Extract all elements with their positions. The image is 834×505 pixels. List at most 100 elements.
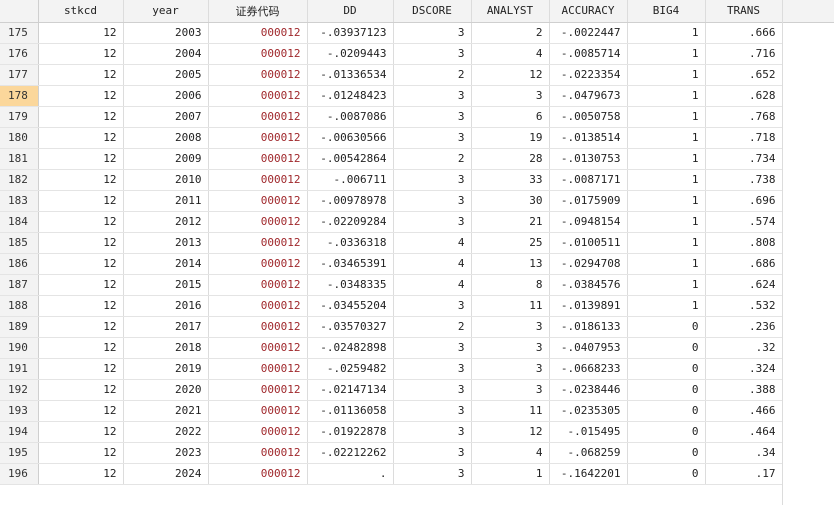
table-cell[interactable]: .666 <box>705 22 783 44</box>
table-cell[interactable]: 2 <box>393 316 472 338</box>
table-cell[interactable]: 2019 <box>123 358 209 380</box>
table-cell[interactable]: 1 <box>627 295 706 317</box>
table-cell[interactable]: -.0259482 <box>307 358 394 380</box>
table-cell[interactable]: 2 <box>393 64 472 86</box>
table-cell[interactable]: 000012 <box>208 148 308 170</box>
table-cell[interactable]: 25 <box>471 232 550 254</box>
table-cell[interactable]: 12 <box>38 358 124 380</box>
table-cell[interactable]: 000012 <box>208 253 308 275</box>
table-cell[interactable]: 3 <box>471 337 550 359</box>
row-number[interactable]: 181 <box>0 148 39 170</box>
row-number[interactable]: 196 <box>0 463 39 485</box>
table-cell[interactable]: 8 <box>471 274 550 296</box>
table-cell[interactable]: 000012 <box>208 358 308 380</box>
table-cell[interactable]: 2008 <box>123 127 209 149</box>
row-number[interactable]: 194 <box>0 421 39 443</box>
table-cell[interactable]: 1 <box>627 274 706 296</box>
table-cell[interactable]: 12 <box>38 295 124 317</box>
table-cell[interactable]: 2016 <box>123 295 209 317</box>
table-cell[interactable]: 1 <box>627 43 706 65</box>
table-row[interactable]: 188 12 2016 000012 -.03455204 3 11 -.0139891 1.5… <box>0 295 783 317</box>
table-cell[interactable]: .652 <box>705 64 783 86</box>
table-cell[interactable]: 3 <box>393 190 472 212</box>
table-cell[interactable]: -.0139891 <box>549 295 628 317</box>
table-cell[interactable]: 4 <box>393 253 472 275</box>
table-cell[interactable]: -.02482898 <box>307 337 394 359</box>
table-cell[interactable]: 0 <box>627 379 706 401</box>
table-cell[interactable]: 3 <box>393 421 472 443</box>
row-number[interactable]: 180 <box>0 127 39 149</box>
table-cell[interactable]: .574 <box>705 211 783 233</box>
table-cell[interactable]: 000012 <box>208 379 308 401</box>
table-row[interactable]: 192 12 2020 000012 -.02147134 3 3 -.0238446 0.38… <box>0 379 783 401</box>
table-cell[interactable]: 1 <box>627 85 706 107</box>
table-row[interactable]: 189 12 2017 000012 -.03570327 2 3 -.0186133 0.23… <box>0 316 783 338</box>
table-cell[interactable]: 33 <box>471 169 550 191</box>
table-row[interactable]: 185 12 2013 000012 -.0336318 4 25 -.0100511 1.80… <box>0 232 783 254</box>
row-number[interactable]: 187 <box>0 274 39 296</box>
table-cell[interactable]: -.006711 <box>307 169 394 191</box>
column-header[interactable]: BIG4 <box>627 0 706 23</box>
table-cell[interactable]: .768 <box>705 106 783 128</box>
table-cell[interactable]: -.0186133 <box>549 316 628 338</box>
row-number[interactable]: 186 <box>0 253 39 275</box>
table-cell[interactable]: 000012 <box>208 295 308 317</box>
table-cell[interactable]: -.0668233 <box>549 358 628 380</box>
table-cell[interactable]: 12 <box>471 421 550 443</box>
table-row[interactable]: 195 12 2023 000012 -.02212262 3 4 -.068259 0.34 <box>0 442 783 464</box>
table-cell[interactable]: .17 <box>705 463 783 485</box>
table-row[interactable]: 178 12 2006 000012 -.01248423 3 3 -.0479673 1.62… <box>0 85 783 107</box>
table-cell[interactable]: 12 <box>38 379 124 401</box>
table-cell[interactable]: 11 <box>471 295 550 317</box>
table-cell[interactable]: -.0130753 <box>549 148 628 170</box>
table-cell[interactable]: 1 <box>627 148 706 170</box>
table-cell[interactable]: 2022 <box>123 421 209 443</box>
table-cell[interactable]: -.0479673 <box>549 85 628 107</box>
table-cell[interactable]: 2020 <box>123 379 209 401</box>
table-cell[interactable]: 3 <box>393 463 472 485</box>
table-cell[interactable]: 12 <box>38 106 124 128</box>
table-cell[interactable]: 12 <box>38 169 124 191</box>
column-header[interactable]: TRANS <box>705 0 783 23</box>
table-row[interactable]: 179 12 2007 000012 -.0087086 3 6 -.0050758 1.768 <box>0 106 783 128</box>
table-cell[interactable]: 0 <box>627 316 706 338</box>
table-cell[interactable]: 0 <box>627 337 706 359</box>
table-cell[interactable]: 2017 <box>123 316 209 338</box>
table-cell[interactable]: 12 <box>38 442 124 464</box>
table-cell[interactable]: -.03465391 <box>307 253 394 275</box>
table-cell[interactable]: -.0235305 <box>549 400 628 422</box>
table-cell[interactable]: 000012 <box>208 337 308 359</box>
table-cell[interactable]: 2003 <box>123 22 209 44</box>
table-cell[interactable]: 3 <box>393 295 472 317</box>
table-cell[interactable]: -.0948154 <box>549 211 628 233</box>
table-cell[interactable]: 000012 <box>208 274 308 296</box>
table-cell[interactable]: 3 <box>471 379 550 401</box>
table-cell[interactable]: .718 <box>705 127 783 149</box>
table-cell[interactable]: 000012 <box>208 43 308 65</box>
table-cell[interactable]: 1 <box>627 64 706 86</box>
table-cell[interactable]: .738 <box>705 169 783 191</box>
table-cell[interactable]: 4 <box>393 232 472 254</box>
table-cell[interactable]: 28 <box>471 148 550 170</box>
table-cell[interactable]: 2006 <box>123 85 209 107</box>
table-cell[interactable]: .716 <box>705 43 783 65</box>
table-cell[interactable]: 13 <box>471 253 550 275</box>
table-cell[interactable]: 21 <box>471 211 550 233</box>
table-cell[interactable]: 0 <box>627 400 706 422</box>
table-row[interactable]: 181 12 2009 000012 -.00542864 2 28 -.0130753 1.7… <box>0 148 783 170</box>
table-cell[interactable]: 12 <box>38 43 124 65</box>
table-cell[interactable]: 2024 <box>123 463 209 485</box>
table-cell[interactable]: 1 <box>627 106 706 128</box>
table-cell[interactable]: 000012 <box>208 316 308 338</box>
table-cell[interactable]: 3 <box>471 358 550 380</box>
table-cell[interactable]: 12 <box>38 463 124 485</box>
table-cell[interactable]: -.0022447 <box>549 22 628 44</box>
table-row[interactable]: 176 12 2004 000012 -.0209443 3 4 -.0085714 1.716 <box>0 43 783 65</box>
table-cell[interactable]: -.01248423 <box>307 85 394 107</box>
table-row[interactable]: 184 12 2012 000012 -.02209284 3 21 -.0948154 1.5… <box>0 211 783 233</box>
table-cell[interactable]: -.0384576 <box>549 274 628 296</box>
table-cell[interactable]: 12 <box>38 22 124 44</box>
table-cell[interactable]: -.02209284 <box>307 211 394 233</box>
table-cell[interactable]: 3 <box>393 127 472 149</box>
table-cell[interactable]: 1 <box>627 232 706 254</box>
